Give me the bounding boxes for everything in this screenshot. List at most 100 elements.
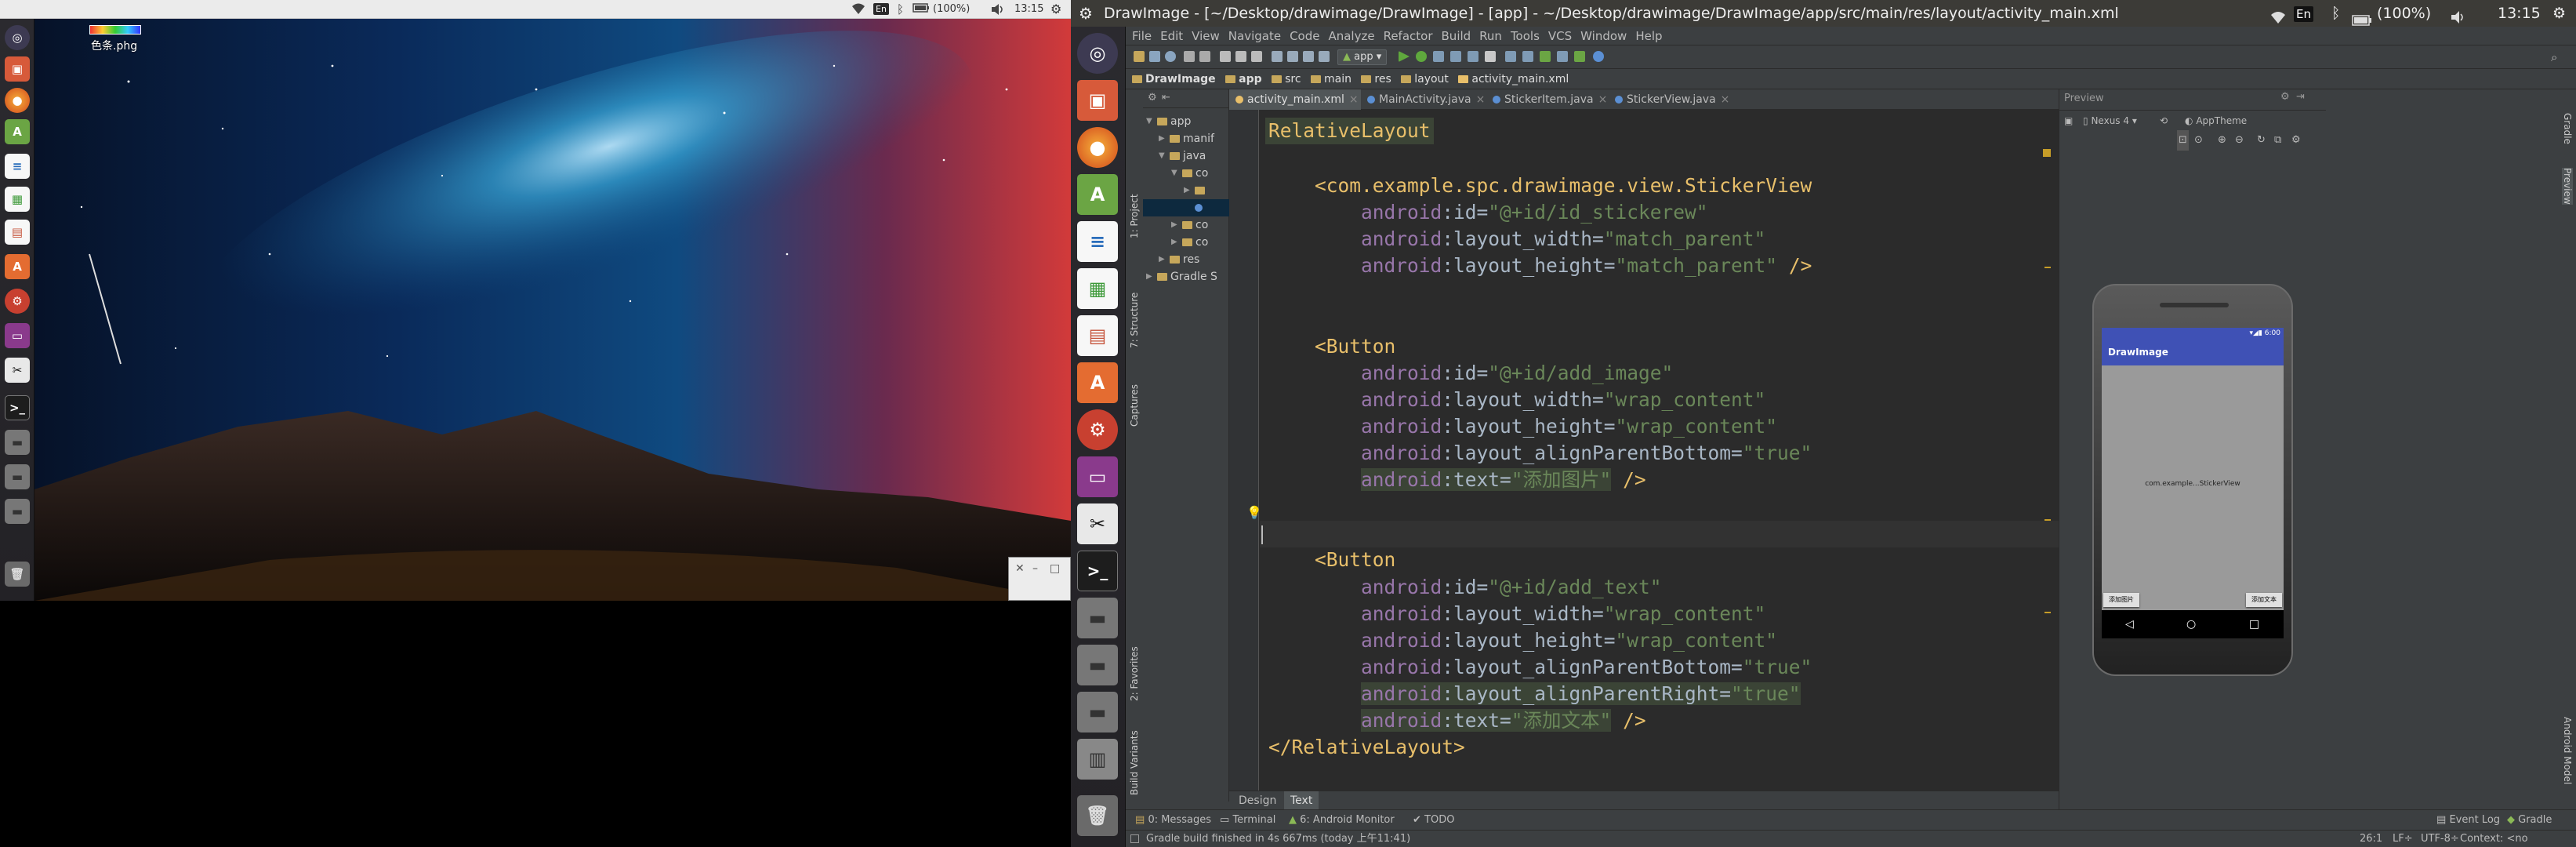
undo-icon[interactable]	[1184, 51, 1195, 62]
tool-tab-build-variants[interactable]: Build Variants	[1129, 730, 1140, 795]
screenshot-icon[interactable]: ✂	[5, 358, 30, 383]
lightbulb-icon[interactable]: 💡	[1246, 505, 1262, 520]
copy-icon[interactable]	[1235, 51, 1246, 62]
caret-position[interactable]: 26:1	[2360, 831, 2382, 847]
gradle-sync-icon[interactable]	[1505, 51, 1516, 62]
code-line[interactable]: <com.example.spc.drawimage.view.StickerV…	[1268, 173, 1812, 199]
avd-manager-icon[interactable]	[1522, 51, 1533, 62]
menu-vcs[interactable]: VCS	[1548, 27, 1572, 45]
tool-tab-project[interactable]: 1: Project	[1129, 194, 1140, 238]
clock[interactable]: 13:15	[2498, 0, 2541, 27]
search-icon[interactable]: ⌕	[2551, 50, 2557, 64]
save-icon[interactable]	[1149, 51, 1160, 62]
breadcrumb-project[interactable]: DrawImage	[1132, 69, 1216, 89]
volume-icon[interactable]	[991, 3, 1005, 16]
chevron-right-icon[interactable]: ▶	[1159, 251, 1170, 268]
tree-node[interactable]: ▶ Gradle S	[1146, 268, 1217, 285]
code-line[interactable]: android:layout_width="match_parent"	[1268, 226, 1765, 253]
breadcrumb-main[interactable]: main	[1310, 69, 1351, 89]
add-text-button[interactable]: 添加文本	[2246, 593, 2282, 607]
status-message[interactable]: Gradle build finished in 4s 667ms (today…	[1146, 831, 1410, 847]
drive-icon[interactable]: ▬	[1077, 598, 1118, 638]
code-line[interactable]: android:layout_width="wrap_content"	[1268, 601, 1765, 627]
replace-icon[interactable]	[1287, 51, 1298, 62]
tool-tab-favorites[interactable]: 2: Favorites	[1129, 646, 1140, 701]
open-icon[interactable]	[1134, 51, 1145, 62]
settings-icon[interactable]: ⚙	[5, 289, 30, 314]
chevron-right-icon[interactable]: ▶	[1184, 182, 1195, 199]
android-monitor-tool[interactable]: ▲ 6: Android Monitor	[1289, 810, 1395, 831]
tool-tab-gradle[interactable]: Gradle	[2562, 113, 2573, 144]
menu-file[interactable]: File	[1132, 27, 1152, 45]
minimize-icon[interactable]: –	[1032, 562, 1038, 575]
chevron-right-icon[interactable]: ▶	[1171, 234, 1182, 251]
recents-icon[interactable]: □	[2249, 610, 2259, 638]
zoom-actual-icon[interactable]: ⊙	[2194, 130, 2203, 151]
tree-node[interactable]: ▶ co	[1171, 216, 1208, 234]
android-studio-icon[interactable]: A	[5, 119, 30, 144]
code-editor[interactable]: 💡 RelativeLayout <com.example.spc.drawim…	[1229, 110, 2059, 791]
device-monitor-icon[interactable]	[1557, 51, 1568, 62]
settings-icon[interactable]: ⚙	[2291, 130, 2301, 151]
coverage-icon[interactable]	[1450, 51, 1461, 62]
refresh-icon[interactable]: ↻	[2257, 130, 2266, 151]
code-line[interactable]: </RelativeLayout>	[1268, 734, 1465, 761]
back-icon[interactable]: ◁	[2125, 610, 2134, 638]
drive-icon[interactable]: ▬	[5, 464, 30, 489]
chevron-right-icon[interactable]: ▶	[1146, 268, 1157, 285]
code-line[interactable]: android:layout_alignParentRight="true"	[1268, 681, 1801, 707]
files-icon[interactable]: ▣	[1077, 80, 1118, 121]
sticker-view[interactable]: com.example...StickerView 添加图片 添加文本	[2102, 365, 2284, 610]
settings-icon[interactable]: ⚙	[1077, 409, 1118, 450]
sync-icon[interactable]	[1165, 51, 1176, 62]
window-icon[interactable]: ▭	[1077, 456, 1118, 497]
zoom-in-icon[interactable]: ⊕	[2218, 130, 2226, 151]
context-indicator[interactable]: Context: <no context>	[2460, 831, 2576, 847]
tree-node[interactable]: ▼ java	[1159, 147, 1206, 165]
gear-icon[interactable]: ⚙	[1148, 92, 1157, 104]
warning-stripe[interactable]	[2044, 612, 2051, 613]
impress-icon[interactable]: ▤	[1077, 315, 1118, 356]
messages-tool[interactable]: ▤ 0: Messages	[1135, 810, 1211, 831]
battery-icon[interactable]	[912, 3, 930, 16]
back-icon[interactable]	[1303, 51, 1314, 62]
chevron-down-icon[interactable]: ▼	[1171, 165, 1182, 182]
code-line[interactable]: android:text="添加图片" />	[1268, 467, 1646, 493]
code-line[interactable]: android:id="@+id/add_image"	[1268, 360, 1673, 387]
breadcrumb-module[interactable]: app	[1225, 69, 1262, 89]
terminal-tool[interactable]: ▭ Terminal	[1220, 810, 1275, 831]
home-icon[interactable]: ○	[2186, 610, 2196, 638]
drive-icon[interactable]: ▬	[5, 499, 30, 524]
tree-node[interactable]: ▼ co	[1171, 165, 1208, 182]
code-line[interactable]: android:layout_alignParentBottom="true"	[1268, 440, 1812, 467]
code-line[interactable]: android:text="添加文本" />	[1268, 707, 1646, 734]
chevron-down-icon[interactable]: ▼	[1159, 147, 1170, 165]
chevron-right-icon[interactable]: ▶	[1159, 130, 1170, 147]
orientation-icon[interactable]: ⟲	[2160, 111, 2168, 131]
calc-icon[interactable]: ▦	[1077, 268, 1118, 309]
writer-icon[interactable]: ≡	[5, 154, 30, 179]
find-icon[interactable]	[1272, 51, 1283, 62]
capture-icon[interactable]: ⧉	[2274, 130, 2281, 151]
tree-node[interactable]: ▶ res	[1159, 251, 1199, 268]
tool-tab-structure[interactable]: 7: Structure	[1129, 293, 1140, 348]
todo-tool[interactable]: ✔ TODO	[1413, 810, 1454, 831]
firefox-icon[interactable]: ●	[5, 88, 30, 113]
hide-icon[interactable]: ⇥	[2296, 91, 2305, 103]
sdk-manager-icon[interactable]	[1540, 51, 1551, 62]
redo-icon[interactable]	[1199, 51, 1210, 62]
android-studio-icon[interactable]: A	[1077, 174, 1118, 215]
add-image-button[interactable]: 添加图片	[2103, 593, 2139, 607]
tab-sticker-view[interactable]: StickerView.java ×	[1609, 89, 1731, 110]
menu-edit[interactable]: Edit	[1160, 27, 1183, 45]
theme-dropdown[interactable]: ◐ AppTheme	[2185, 111, 2247, 131]
stop-icon[interactable]	[1485, 51, 1496, 62]
wifi-icon[interactable]	[851, 2, 865, 15]
code-line[interactable]: android:id="@+id/add_text"	[1268, 574, 1662, 601]
warning-stripe[interactable]	[2044, 519, 2051, 521]
breadcrumb-layout[interactable]: layout	[1401, 69, 1449, 89]
calculator-icon[interactable]: ▥	[1077, 739, 1118, 780]
breadcrumb-res[interactable]: res	[1361, 69, 1391, 89]
tab-design[interactable]: Design	[1232, 791, 1283, 810]
tab-main-activity[interactable]: MainActivity.java ×	[1361, 89, 1486, 110]
